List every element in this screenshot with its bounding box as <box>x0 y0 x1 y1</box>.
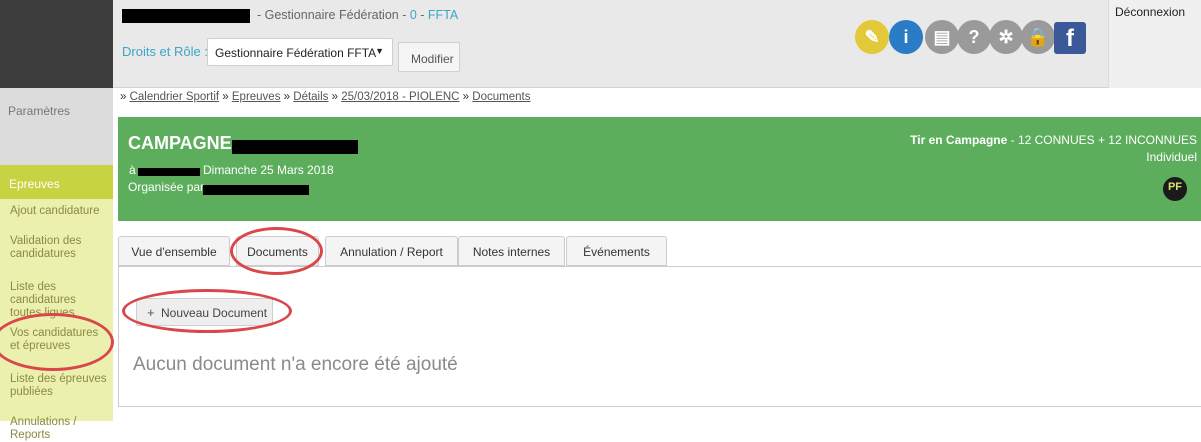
role-number: 0 <box>409 8 417 22</box>
document-icon[interactable]: ▤ <box>925 20 959 54</box>
modify-button-label: Modifier <box>411 52 454 66</box>
logo <box>0 0 113 88</box>
gear-icon[interactable]: ✲ <box>989 20 1023 54</box>
tab-label: Événements <box>583 245 650 259</box>
sidebar-item-ajout-candidature[interactable]: Ajout candidature <box>10 205 110 218</box>
sidebar-item-vos-candidatures[interactable]: Vos candidatures et épreuves <box>10 327 110 353</box>
new-document-label: Nouveau Document <box>161 306 268 320</box>
tab-content <box>118 267 1201 407</box>
role-select[interactable]: Gestionnaire Fédération FFTA ▼ <box>207 38 393 66</box>
help-people-icon[interactable]: i <box>889 20 923 54</box>
sidebar-section-title-label: Epreuves <box>9 177 60 191</box>
sidebar-section-title[interactable]: Epreuves <box>0 165 113 199</box>
droits-label: Droits et Rôle : <box>122 44 208 59</box>
chevron-down-icon: ▼ <box>375 46 384 56</box>
event-discipline-name: Tir en Campagne <box>910 133 1008 147</box>
sidebar-item-validation-candidatures[interactable]: Validation des candidatures <box>10 235 110 261</box>
tab-label: Notes internes <box>472 245 551 259</box>
logout-label: Déconnexion <box>1115 5 1186 19</box>
tab-evenements[interactable]: Événements <box>566 236 667 266</box>
breadcrumb-sep: » <box>219 91 232 103</box>
facebook-icon[interactable]: f <box>1054 22 1086 54</box>
sidebar-item-parametres[interactable]: Paramètres <box>8 104 70 118</box>
redacted-event-name <box>232 140 358 154</box>
new-document-button[interactable]: + Nouveau Document <box>136 298 273 326</box>
breadcrumb-event[interactable]: 25/03/2018 - PIOLENC <box>341 91 459 103</box>
event-organiser-label: Organisée par <box>128 180 205 194</box>
event-discipline: Tir en Campagne - 12 CONNUES + 12 INCONN… <box>910 133 1197 147</box>
breadcrumb-documents[interactable]: Documents <box>472 91 530 103</box>
tab-label: Vue d'ensemble <box>131 245 217 259</box>
pf-badge-label: PF <box>1167 181 1183 193</box>
plus-icon: + <box>147 305 155 320</box>
event-discipline-detail: - 12 CONNUES + 12 INCONNUES <box>1007 133 1197 147</box>
role-title: - Gestionnaire Fédération - 0 - FFTA <box>257 8 458 22</box>
breadcrumb-calendrier[interactable]: Calendrier Sportif <box>130 91 219 103</box>
sidebar-item-annulations-reports[interactable]: Annulations / Reports <box>10 416 110 442</box>
breadcrumb-sep: » <box>120 91 130 103</box>
event-location-label: à <box>129 163 136 177</box>
role-organisation: FFTA <box>427 8 459 22</box>
modify-button[interactable]: Modifier <box>398 42 460 72</box>
lock-icon[interactable]: 🔒 <box>1021 20 1055 54</box>
role-separator: - <box>416 8 428 22</box>
question-icon[interactable]: ? <box>957 20 991 54</box>
pf-badge-icon: PF <box>1163 177 1187 201</box>
tab-label: Documents <box>247 245 308 259</box>
redacted-organiser <box>203 185 309 195</box>
sidebar-item-liste-candidatures[interactable]: Liste des candidatures toutes ligues <box>10 281 110 320</box>
facebook-glyph: f <box>1066 25 1074 52</box>
breadcrumb-sep: » <box>280 91 294 103</box>
redacted-user-name <box>122 9 250 23</box>
breadcrumb: » Calendrier Sportif » Epreuves » Détail… <box>120 91 530 103</box>
breadcrumb-sep: » <box>459 91 473 103</box>
event-type: Individuel <box>1146 150 1197 164</box>
event-title: CAMPAGNE <box>128 133 232 153</box>
tab-notes-internes[interactable]: Notes internes <box>458 236 565 266</box>
breadcrumb-details[interactable]: Détails <box>293 91 328 103</box>
breadcrumb-sep: » <box>328 91 342 103</box>
sidebar-item-liste-epreuves[interactable]: Liste des épreuves publiées <box>10 373 110 399</box>
tab-vue-ensemble[interactable]: Vue d'ensemble <box>118 236 230 266</box>
empty-state-message: Aucun document n'a encore été ajouté <box>133 354 458 375</box>
breadcrumb-epreuves[interactable]: Epreuves <box>232 91 281 103</box>
tab-label: Annulation / Report <box>340 245 443 259</box>
role-title-text: - Gestionnaire Fédération - <box>257 8 410 22</box>
redacted-location <box>138 168 200 176</box>
search-icon[interactable]: ✎ <box>855 20 889 54</box>
role-select-value: Gestionnaire Fédération FFTA <box>215 46 377 60</box>
event-date: Dimanche 25 Mars 2018 <box>203 163 334 177</box>
tab-annulation-report[interactable]: Annulation / Report <box>325 236 458 266</box>
tab-documents[interactable]: Documents <box>236 236 319 266</box>
logout-button[interactable]: Déconnexion <box>1108 0 1201 88</box>
